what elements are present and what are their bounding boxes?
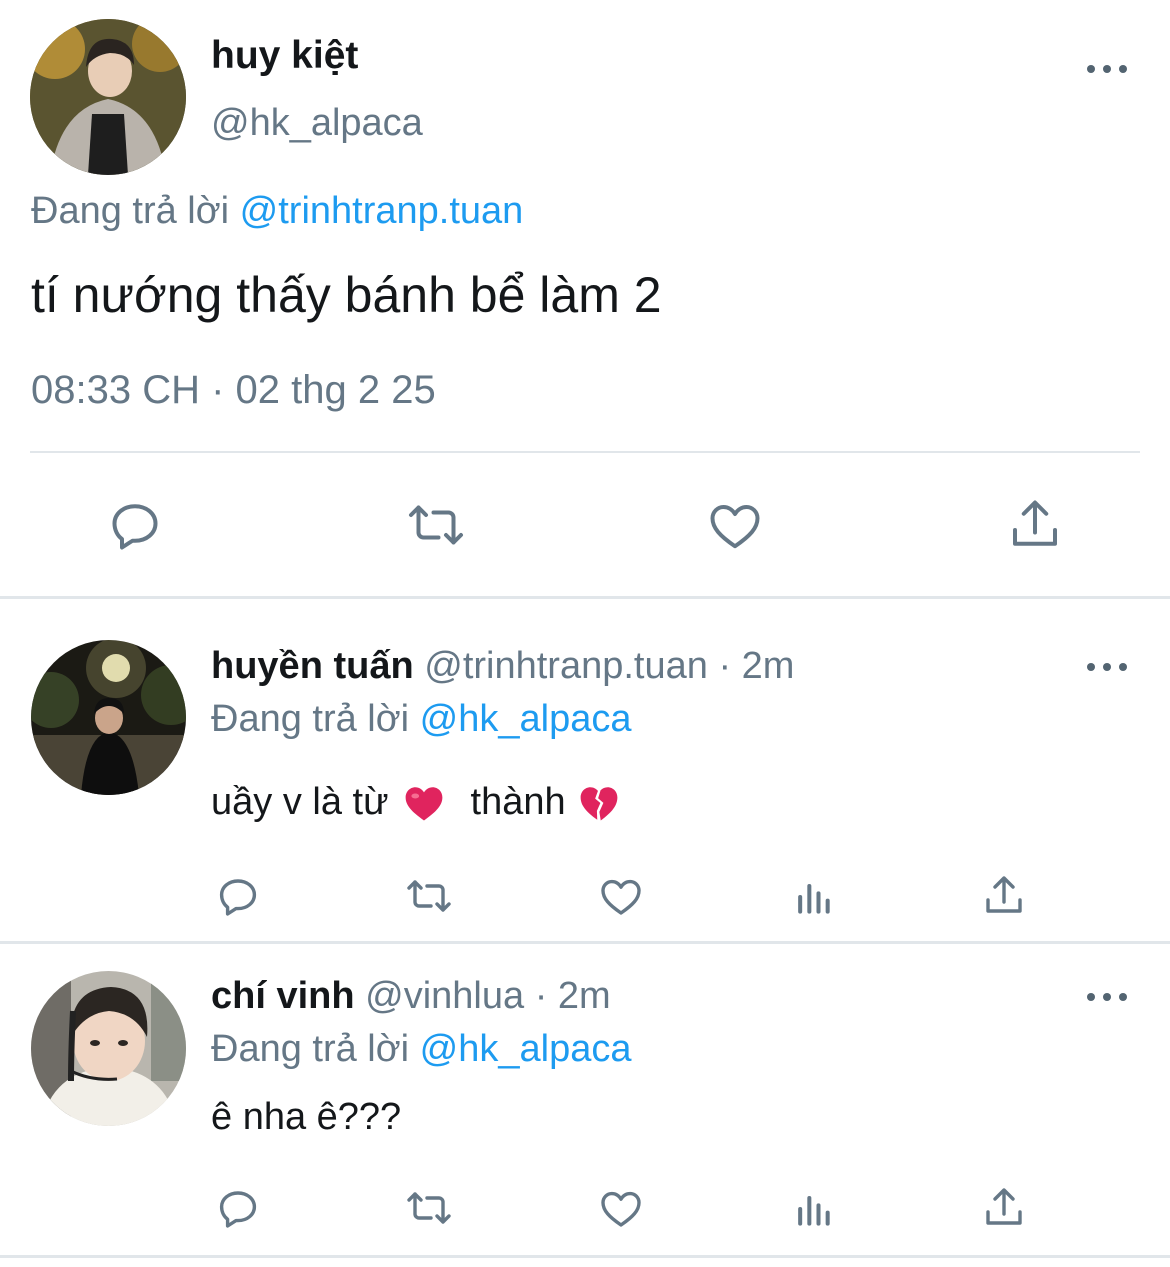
reply-context-label: Đang trả lời <box>211 698 410 740</box>
reply-time[interactable]: 2m <box>558 975 611 1017</box>
share-icon[interactable] <box>1000 492 1070 558</box>
avatar-huy-kiet[interactable] <box>30 19 186 175</box>
separator-dot: · <box>534 975 548 1017</box>
retweet-icon[interactable] <box>399 1182 459 1234</box>
avatar-chi-vinh[interactable] <box>31 971 186 1126</box>
separator-dot: · <box>718 645 732 687</box>
reply-to-link[interactable]: @trinhtranp.tuan <box>240 190 524 232</box>
reply-text-part2: thành <box>470 781 566 823</box>
like-icon[interactable] <box>593 1182 649 1234</box>
more-options-icon[interactable] <box>1087 991 1127 1003</box>
reply-header: chí vinh @vinhlua · 2m <box>211 975 611 1018</box>
reply-text: uầy v là từ thành <box>211 781 620 824</box>
reply-text: ê nha ê??? <box>211 1096 402 1138</box>
avatar-huyen-tuan[interactable] <box>31 640 186 795</box>
retweet-icon[interactable] <box>400 492 472 558</box>
like-icon[interactable] <box>700 492 770 558</box>
reply-icon[interactable] <box>210 870 266 922</box>
reply-text-part1: uầy v là từ <box>211 781 389 823</box>
section-separator <box>0 1255 1170 1258</box>
reply-context: Đang trả lời @hk_alpaca <box>211 698 632 741</box>
reply-context-label: Đang trả lời <box>31 190 230 232</box>
tweet-text: tí nướng thấy bánh bể làm 2 <box>31 267 662 323</box>
reply-header: huyền tuấn @trinhtranp.tuan · 2m <box>211 645 794 688</box>
divider <box>30 451 1140 453</box>
author-name[interactable]: chí vinh <box>211 975 355 1017</box>
red-heart-emoji <box>403 783 445 823</box>
reply-icon[interactable] <box>100 492 170 558</box>
tweet-timestamp[interactable]: 08:33 CH · 02 thg 2 25 <box>31 368 436 413</box>
analytics-icon[interactable] <box>788 872 838 922</box>
reply-time[interactable]: 2m <box>742 645 795 687</box>
avatar-photo <box>31 640 186 795</box>
reply-context-label: Đang trả lời <box>211 1028 410 1070</box>
avatar-photo <box>30 19 186 175</box>
reply-icon[interactable] <box>210 1182 266 1234</box>
author-name[interactable]: huy kiệt <box>211 34 358 78</box>
section-separator <box>0 596 1170 599</box>
reply-to-link[interactable]: @hk_alpaca <box>420 698 632 740</box>
author-handle[interactable]: @trinhtranp.tuan <box>424 645 708 687</box>
more-options-icon[interactable] <box>1087 661 1127 673</box>
share-icon[interactable] <box>977 1182 1031 1234</box>
reply-context: Đang trả lời @hk_alpaca <box>211 1028 632 1071</box>
analytics-icon[interactable] <box>788 1184 838 1234</box>
broken-heart-emoji <box>578 783 620 823</box>
avatar-photo <box>31 971 186 1126</box>
section-separator <box>0 941 1170 944</box>
author-handle[interactable]: @vinhlua <box>365 975 524 1017</box>
share-icon[interactable] <box>977 870 1031 922</box>
reply-to-link[interactable]: @hk_alpaca <box>420 1028 632 1070</box>
more-options-icon[interactable] <box>1087 63 1127 75</box>
retweet-icon[interactable] <box>399 870 459 922</box>
author-name[interactable]: huyền tuấn <box>211 645 414 687</box>
reply-context: Đang trả lời @trinhtranp.tuan <box>31 190 523 233</box>
author-handle[interactable]: @hk_alpaca <box>211 102 423 145</box>
like-icon[interactable] <box>593 870 649 922</box>
